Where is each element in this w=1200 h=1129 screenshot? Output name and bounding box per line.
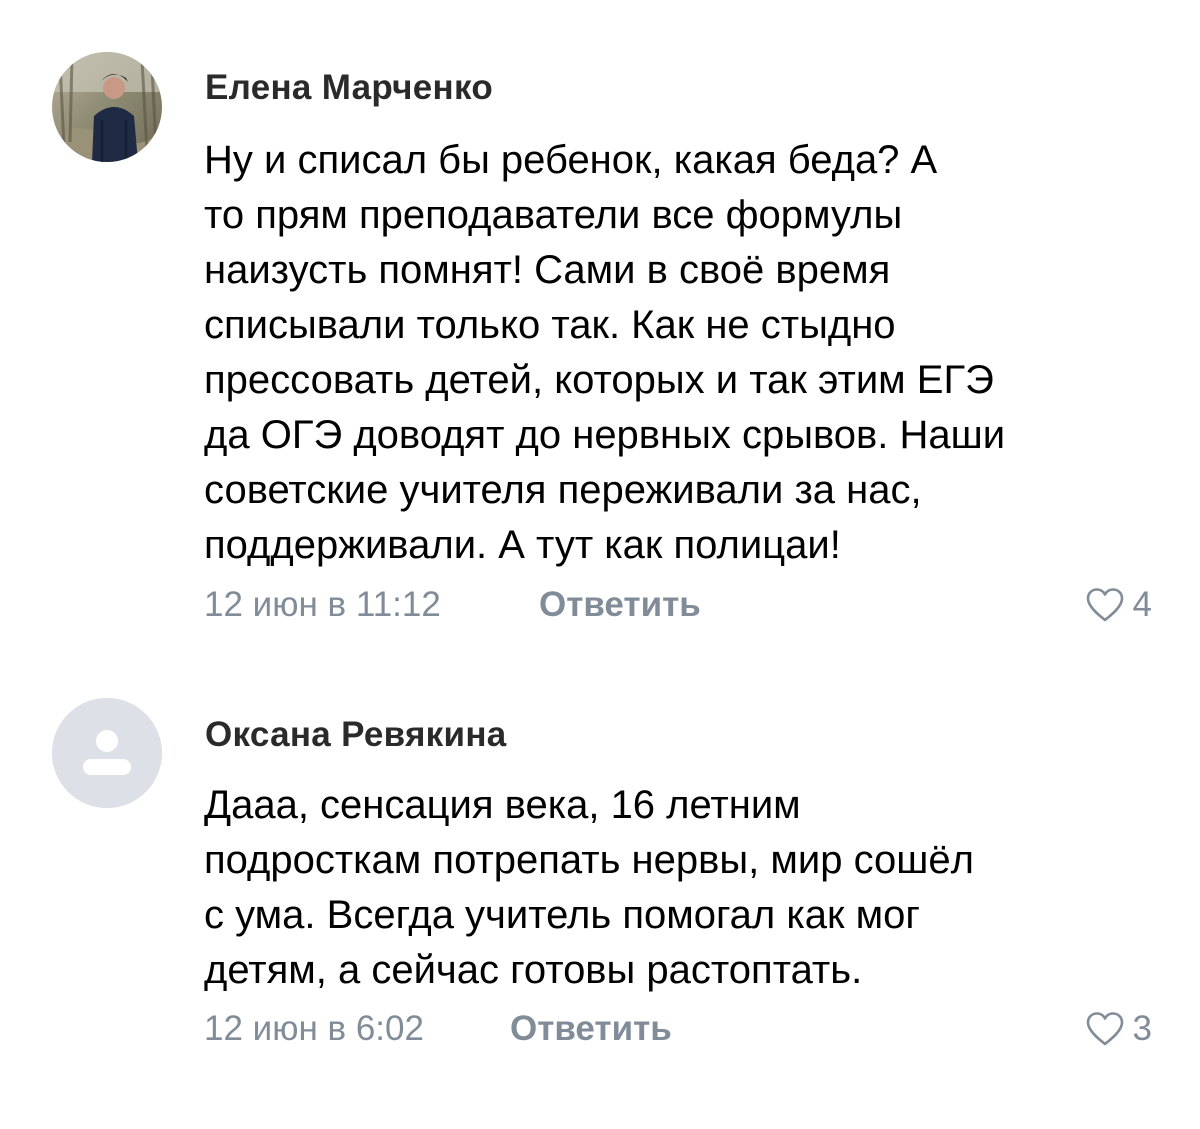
comment-text-line: детям, а сейчас готовы растоптать.: [204, 948, 863, 992]
default-user-placeholder-icon: [52, 698, 162, 808]
avatar[interactable]: [52, 698, 162, 808]
reply-button[interactable]: Ответить: [510, 1007, 672, 1051]
comment-text-line: поддерживали. А тут как полицаи!: [204, 523, 841, 567]
comment-timestamp[interactable]: 12 июн в 6:02: [204, 1007, 424, 1051]
comment-text-line: прессовать детей, которых и так этим ЕГЭ: [204, 358, 994, 402]
avatar[interactable]: [52, 52, 162, 162]
comment-text-line: то прям преподаватели все формулы: [204, 193, 903, 237]
like-count: 4: [1132, 585, 1152, 624]
comment-meta: 12 июн в 11:12 Ответить 4: [204, 583, 1152, 627]
comment-text: Ну и списал бы ребенок, какая беда? А то…: [204, 133, 1164, 573]
comment-text-line: Ну и списал бы ребенок, какая беда? А: [204, 138, 938, 182]
comment-text-line: да ОГЭ доводят до нервных срывов. Наши: [204, 413, 1006, 457]
comment-meta: 12 июн в 6:02 Ответить 3: [204, 1007, 1152, 1051]
heart-outline-icon: [1086, 588, 1123, 622]
comment-author[interactable]: Оксана Ревякина: [205, 715, 507, 755]
comment-author[interactable]: Елена Марченко: [205, 68, 493, 108]
like-button[interactable]: 4: [1085, 583, 1152, 627]
comment-text-line: наизусть помнят! Сами в своё время: [204, 248, 891, 292]
comment-text-line: с ума. Всегда учитель помогал как мог: [204, 893, 920, 937]
user-photo-icon: [52, 52, 162, 162]
comment-timestamp[interactable]: 12 июн в 11:12: [204, 583, 441, 627]
comment-text-line: советские учителя переживали за нас,: [204, 468, 922, 512]
comment-text-line: списывали только так. Как не стыдно: [204, 303, 896, 347]
heart-outline-icon: [1086, 1012, 1123, 1046]
comment-text-line: подросткам потрепать нервы, мир сошёл: [204, 838, 974, 882]
comment-text: Дааа, сенсация века, 16 летним подростка…: [204, 778, 1164, 998]
reply-button[interactable]: Ответить: [539, 583, 701, 627]
comment-item: Елена Марченко Ну и списал бы ребенок, к…: [0, 0, 1200, 660]
comment-text-line: Дааа, сенсация века, 16 летним: [204, 783, 801, 827]
like-button[interactable]: 3: [1085, 1007, 1152, 1051]
like-count: 3: [1132, 1009, 1152, 1048]
comment-item: Оксана Ревякина Дааа, сенсация века, 16 …: [0, 660, 1200, 1129]
